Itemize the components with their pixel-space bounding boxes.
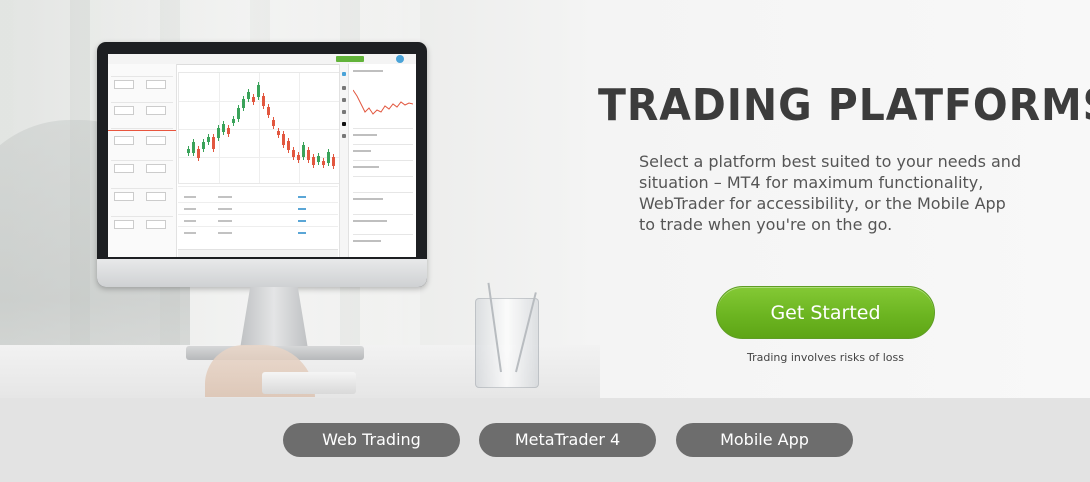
risk-disclaimer: Trading involves risks of loss	[747, 351, 904, 364]
preview-green-button	[336, 56, 364, 62]
monitor-illustration	[97, 42, 427, 287]
candle-mark	[277, 131, 280, 135]
candle-mark	[197, 148, 200, 158]
monitor-chin	[97, 259, 427, 287]
candle-mark	[287, 140, 290, 150]
preview-bottom-tabs	[178, 249, 338, 257]
tab-web-trading[interactable]: Web Trading	[283, 423, 460, 457]
candle-mark	[317, 156, 320, 162]
get-started-button[interactable]: Get Started	[716, 286, 935, 339]
candle-mark	[267, 107, 270, 115]
preview-watchlist	[108, 64, 177, 257]
candle-mark	[302, 145, 305, 157]
candle-mark	[312, 157, 315, 165]
platform-screen-preview	[108, 54, 416, 257]
candle-mark	[252, 96, 255, 102]
candle-mark	[187, 149, 190, 153]
candle-mark	[322, 161, 325, 165]
candle-mark	[227, 128, 230, 134]
candle-mark	[217, 128, 220, 138]
candle-mark	[257, 85, 260, 97]
candle-mark	[292, 149, 295, 157]
candle-mark	[272, 120, 275, 126]
tab-mobile-app[interactable]: Mobile App	[676, 423, 853, 457]
preview-candlestick-chart	[178, 72, 340, 184]
candle-mark	[212, 137, 215, 149]
hero-description: Select a platform best suited to your ne…	[639, 152, 1022, 234]
preview-positions-table	[178, 186, 338, 248]
candle-mark	[207, 136, 210, 142]
candle-mark	[242, 98, 245, 108]
candle-mark	[327, 151, 330, 163]
monitor-stand	[240, 287, 308, 349]
candle-mark	[282, 133, 285, 145]
candle-mark	[247, 91, 250, 99]
preview-avatar	[396, 55, 404, 63]
preview-drawing-tools	[339, 64, 348, 257]
page-title: TRADING PLATFORMS	[598, 80, 1090, 131]
tab-metatrader-4[interactable]: MetaTrader 4	[479, 423, 656, 457]
candle-mark	[222, 124, 225, 132]
keyboard-illustration	[262, 372, 356, 394]
candle-mark	[237, 107, 240, 119]
candle-mark	[297, 154, 300, 160]
hero-banner: TRADING PLATFORMS Select a platform best…	[0, 0, 1090, 398]
candle-mark	[332, 156, 335, 166]
candle-mark	[307, 150, 310, 160]
platform-tabs: Web Trading MetaTrader 4 Mobile App	[0, 398, 1090, 482]
preview-order-panel	[348, 64, 416, 257]
candle-mark	[202, 141, 205, 149]
candle-mark	[192, 141, 195, 153]
candle-mark	[232, 119, 235, 123]
candle-mark	[262, 96, 265, 106]
